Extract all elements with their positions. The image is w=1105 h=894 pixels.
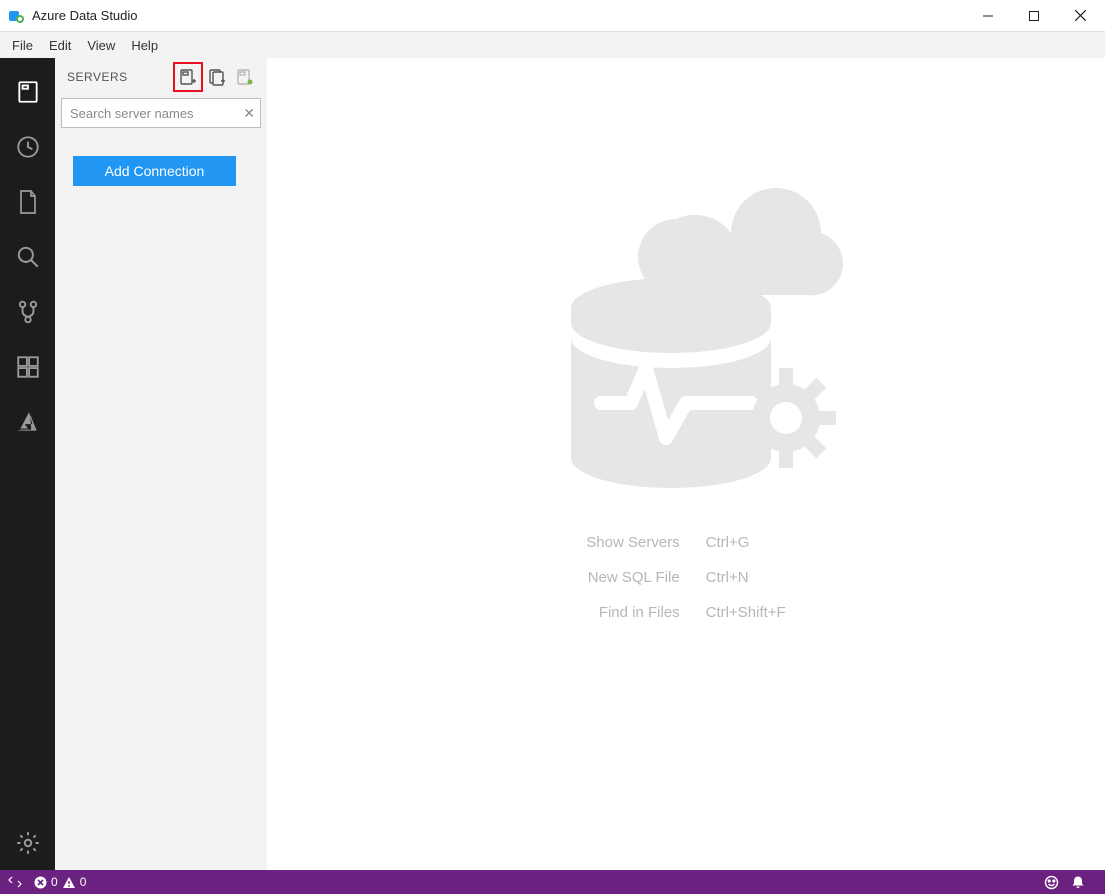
- menu-edit[interactable]: Edit: [41, 35, 79, 56]
- add-connection-button[interactable]: Add Connection: [73, 156, 236, 186]
- new-server-group-icon[interactable]: [203, 63, 231, 91]
- shortcut-key: Ctrl+N: [706, 569, 786, 586]
- show-active-connections-icon[interactable]: [231, 63, 259, 91]
- activity-search-icon[interactable]: [0, 229, 55, 284]
- sidebar-title: SERVERS: [67, 70, 128, 84]
- statusbar: 0 0: [0, 870, 1105, 894]
- add-connection-wrap: Add Connection: [55, 128, 267, 186]
- activity-settings-icon[interactable]: [0, 815, 55, 870]
- shortcut-key: Ctrl+G: [706, 534, 786, 551]
- titlebar: Azure Data Studio: [0, 0, 1105, 32]
- search-input[interactable]: [61, 98, 261, 128]
- sidebar: SERVERS: [55, 58, 267, 870]
- activitybar: [0, 58, 55, 870]
- maximize-button[interactable]: [1011, 0, 1057, 32]
- window-title: Azure Data Studio: [32, 8, 138, 23]
- shortcut-label: New SQL File: [586, 569, 679, 586]
- activity-tasks-icon[interactable]: [0, 119, 55, 174]
- keyboard-shortcuts: Show Servers Ctrl+G New SQL File Ctrl+N …: [586, 534, 785, 621]
- app-icon: [8, 7, 26, 25]
- editor-area: Show Servers Ctrl+G New SQL File Ctrl+N …: [267, 58, 1105, 870]
- activity-source-control-icon[interactable]: [0, 284, 55, 339]
- welcome-illustration: [511, 188, 861, 508]
- clear-search-icon[interactable]: ✕: [243, 106, 255, 120]
- menu-view[interactable]: View: [79, 35, 123, 56]
- menu-help[interactable]: Help: [123, 35, 166, 56]
- menubar: File Edit View Help: [0, 32, 1105, 58]
- shortcut-key: Ctrl+Shift+F: [706, 604, 786, 621]
- activity-extensions-icon[interactable]: [0, 339, 55, 394]
- sidebar-header: SERVERS: [55, 58, 267, 96]
- app-body: SERVERS: [0, 58, 1105, 870]
- minimize-button[interactable]: [965, 0, 1011, 32]
- close-button[interactable]: [1057, 0, 1103, 32]
- activity-servers-icon[interactable]: [0, 64, 55, 119]
- shortcut-label: Show Servers: [586, 534, 679, 551]
- status-errors-count: 0: [51, 875, 58, 889]
- status-warnings-count: 0: [80, 875, 87, 889]
- status-remote-icon[interactable]: [8, 875, 22, 889]
- status-problems[interactable]: 0 0: [34, 875, 86, 889]
- menu-file[interactable]: File: [4, 35, 41, 56]
- new-connection-icon[interactable]: [173, 62, 203, 92]
- activity-azure-icon[interactable]: [0, 394, 55, 449]
- activity-explorer-icon[interactable]: [0, 174, 55, 229]
- shortcut-label: Find in Files: [586, 604, 679, 621]
- status-feedback-icon[interactable]: [1044, 875, 1059, 890]
- search-wrapper: ✕: [61, 98, 261, 128]
- status-notifications-icon[interactable]: [1071, 875, 1085, 889]
